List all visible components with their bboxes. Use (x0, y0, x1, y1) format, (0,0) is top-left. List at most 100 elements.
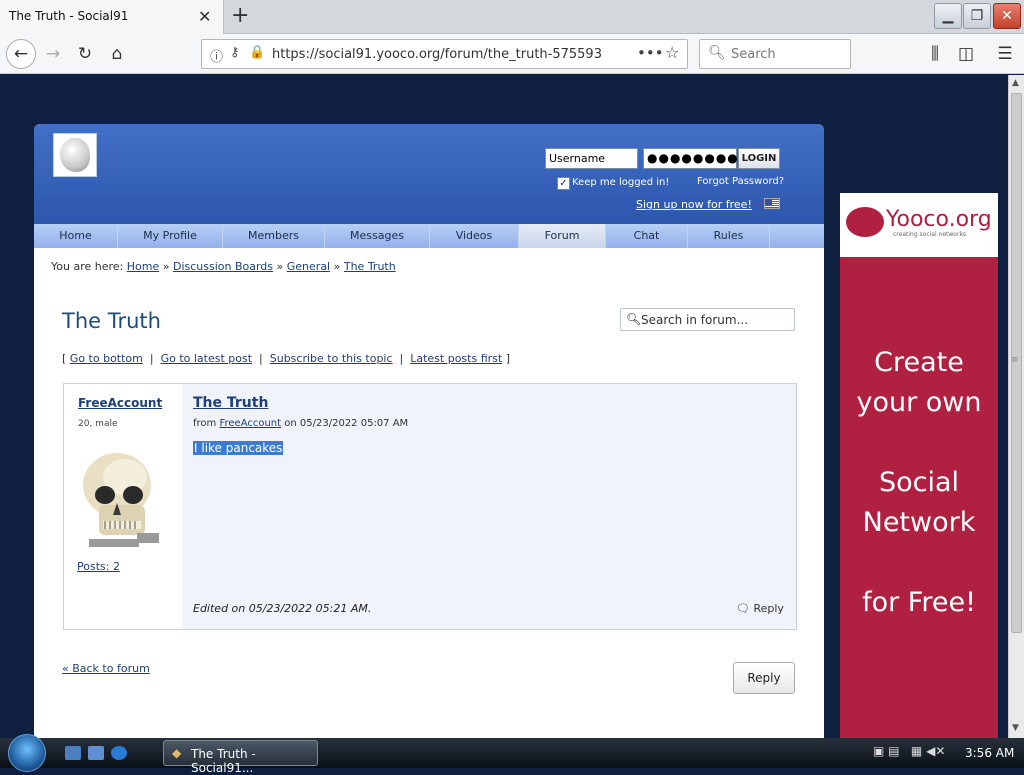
ad-tagline: creating social networks (893, 231, 967, 238)
search-icon: 🔍︎ (708, 45, 726, 61)
browser-search-input[interactable]: 🔍︎ Search (699, 39, 851, 69)
post-reply-link[interactable]: 🗨︎ Reply (736, 602, 784, 615)
site-panel: Username ●●●●●●●● LOGIN ✓ Keep me logged… (34, 124, 824, 738)
bookmark-star-icon[interactable]: ☆ (665, 43, 679, 62)
hamburger-menu-icon[interactable]: ☰ (992, 41, 1018, 67)
browser-tab[interactable]: The Truth - Social91 ✕ (0, 0, 224, 34)
site-logo[interactable] (53, 133, 97, 177)
forum-search-input[interactable]: 🔍︎ Search in forum... (620, 308, 795, 331)
vertical-scrollbar[interactable]: ▲ ≡ ▼ (1008, 75, 1024, 738)
page-actions-icon[interactable]: ••• (637, 44, 664, 62)
browser-toolbar: ← → ↻ ⌂ ⓘ ⚷ 🔒 https://social91.yooco.org… (0, 34, 1024, 74)
menu-forum[interactable]: Forum (519, 224, 606, 248)
key-icon: ⚷ (230, 45, 240, 60)
username-input[interactable]: Username (545, 148, 638, 169)
back-to-forum-link[interactable]: « Back to forum (62, 662, 150, 675)
breadcrumb-the-truth[interactable]: The Truth (344, 260, 396, 273)
menu-chat[interactable]: Chat (606, 224, 688, 248)
post-edited-note: Edited on 05/23/2022 05:21 AM. (193, 602, 372, 615)
url-text[interactable]: https://social91.yooco.org/forum/the_tru… (272, 47, 602, 62)
author-post-count-link[interactable]: Posts: 2 (77, 560, 120, 573)
ad-logo-area: Yooco.org creating social networks (840, 193, 998, 257)
forum-search-placeholder: Search in forum... (641, 313, 749, 327)
menu-home[interactable]: Home (34, 224, 118, 248)
forgot-password-link[interactable]: Forgot Password? (697, 176, 784, 187)
show-desktop-icon[interactable] (65, 746, 81, 760)
post-meta: from FreeAccount on 05/23/2022 05:07 AM (193, 418, 408, 429)
forum-post: FreeAccount 20, male Posts: 2 The Truth … (63, 383, 797, 630)
sidebar-toggle-icon[interactable]: ◫ (953, 41, 979, 67)
menu-videos[interactable]: Videos (430, 224, 519, 248)
scroll-down-icon[interactable]: ▼ (1012, 723, 1019, 733)
address-bar[interactable]: ⓘ ⚷ 🔒 https://social91.yooco.org/forum/t… (201, 39, 688, 69)
lock-icon[interactable]: 🔒 (249, 45, 265, 60)
menu-members[interactable]: Members (223, 224, 325, 248)
post-reply-label: Reply (753, 602, 784, 615)
post-author-meta: 20, male (78, 419, 118, 429)
reply-button[interactable]: Reply (733, 662, 795, 694)
page-title: The Truth (62, 309, 161, 333)
logo-mark-icon (60, 138, 90, 172)
breadcrumb-prefix: You are here: (51, 260, 124, 273)
library-icon[interactable]: ⫼ (922, 41, 948, 67)
ad-banner[interactable]: Yooco.org creating social networks Creat… (840, 193, 998, 738)
browser-search-placeholder: Search (731, 47, 776, 62)
keep-logged-in-label: Keep me logged in! (572, 177, 670, 188)
menu-messages[interactable]: Messages (325, 224, 430, 248)
signup-link[interactable]: Sign up now for free! (636, 198, 752, 211)
minimize-window-button[interactable]: ▁ (934, 3, 962, 29)
breadcrumb-home[interactable]: Home (127, 260, 159, 273)
keep-logged-in-checkbox[interactable]: ✓ (557, 177, 570, 190)
breadcrumb-discussion-boards[interactable]: Discussion Boards (173, 260, 273, 273)
site-header: Username ●●●●●●●● LOGIN ✓ Keep me logged… (34, 124, 824, 224)
go-to-latest-post-link[interactable]: Go to latest post (161, 352, 252, 365)
post-author-column: FreeAccount 20, male Posts: 2 (64, 384, 182, 629)
taskbar-window-button[interactable]: ◆ The Truth - Social91... (163, 740, 318, 775)
system-tray-icons[interactable]: ▣ ▤ ▦ ◀✕ (873, 744, 945, 758)
ad-text: Create your own Social Network for Free! (856, 347, 982, 618)
new-tab-icon[interactable]: + (231, 3, 249, 28)
post-date: on 05/23/2022 05:07 AM (284, 418, 409, 429)
post-from-author-link[interactable]: FreeAccount (219, 418, 281, 429)
close-window-button[interactable]: ✕ (993, 3, 1021, 29)
go-to-bottom-link[interactable]: Go to bottom (70, 352, 143, 365)
author-avatar[interactable] (79, 447, 159, 551)
breadcrumb-general[interactable]: General (287, 260, 330, 273)
post-author-link[interactable]: FreeAccount (78, 396, 162, 410)
breadcrumb-separator: » (333, 260, 341, 273)
scroll-up-icon[interactable]: ▲ (1012, 78, 1019, 88)
home-icon[interactable]: ⌂ (104, 41, 130, 67)
breadcrumb-separator: » (276, 260, 284, 273)
reload-icon[interactable]: ↻ (72, 41, 98, 67)
breadcrumb-separator: » (162, 260, 170, 273)
login-button[interactable]: LOGIN (738, 148, 780, 169)
scrollbar-grip-icon: ≡ (1011, 355, 1019, 365)
breadcrumb: You are here: Home » Discussion Boards »… (51, 260, 396, 273)
password-input[interactable]: ●●●●●●●● (643, 148, 738, 169)
info-icon[interactable]: ⓘ (210, 46, 223, 65)
internet-explorer-icon[interactable] (111, 746, 127, 760)
subscribe-topic-link[interactable]: Subscribe to this topic (270, 352, 393, 365)
switch-windows-icon[interactable] (88, 746, 104, 760)
topic-links: [ Go to bottom | Go to latest post | Sub… (62, 352, 511, 365)
taskbar-clock[interactable]: 3:56 AM (965, 746, 1014, 760)
restore-window-button[interactable]: ❐ (963, 3, 991, 29)
us-flag-icon[interactable] (764, 198, 780, 209)
post-from-prefix: from (193, 418, 217, 429)
taskbar-window-label: The Truth - Social91... (191, 747, 256, 775)
main-menu: Home My Profile Members Messages Videos … (34, 224, 824, 248)
post-title-link[interactable]: The Truth (193, 395, 268, 411)
tab-title: The Truth - Social91 (9, 9, 129, 23)
menu-my-profile[interactable]: My Profile (118, 224, 223, 248)
firefox-icon: ◆ (172, 746, 182, 760)
post-body-text: I like pancakes (193, 441, 284, 455)
taskbar: ◆ The Truth - Social91... ▣ ▤ ▦ ◀✕ 3:56 … (0, 734, 1024, 775)
back-arrow-icon[interactable]: ← (6, 39, 36, 69)
start-button[interactable] (8, 734, 46, 772)
speech-bubble-icon: 🗨︎ (736, 602, 750, 615)
forward-arrow-icon[interactable]: → (40, 41, 66, 67)
latest-posts-first-link[interactable]: Latest posts first (410, 352, 502, 365)
search-icon: 🔍︎ (626, 312, 642, 326)
tab-close-icon[interactable]: ✕ (198, 7, 211, 26)
menu-rules[interactable]: Rules (688, 224, 770, 248)
